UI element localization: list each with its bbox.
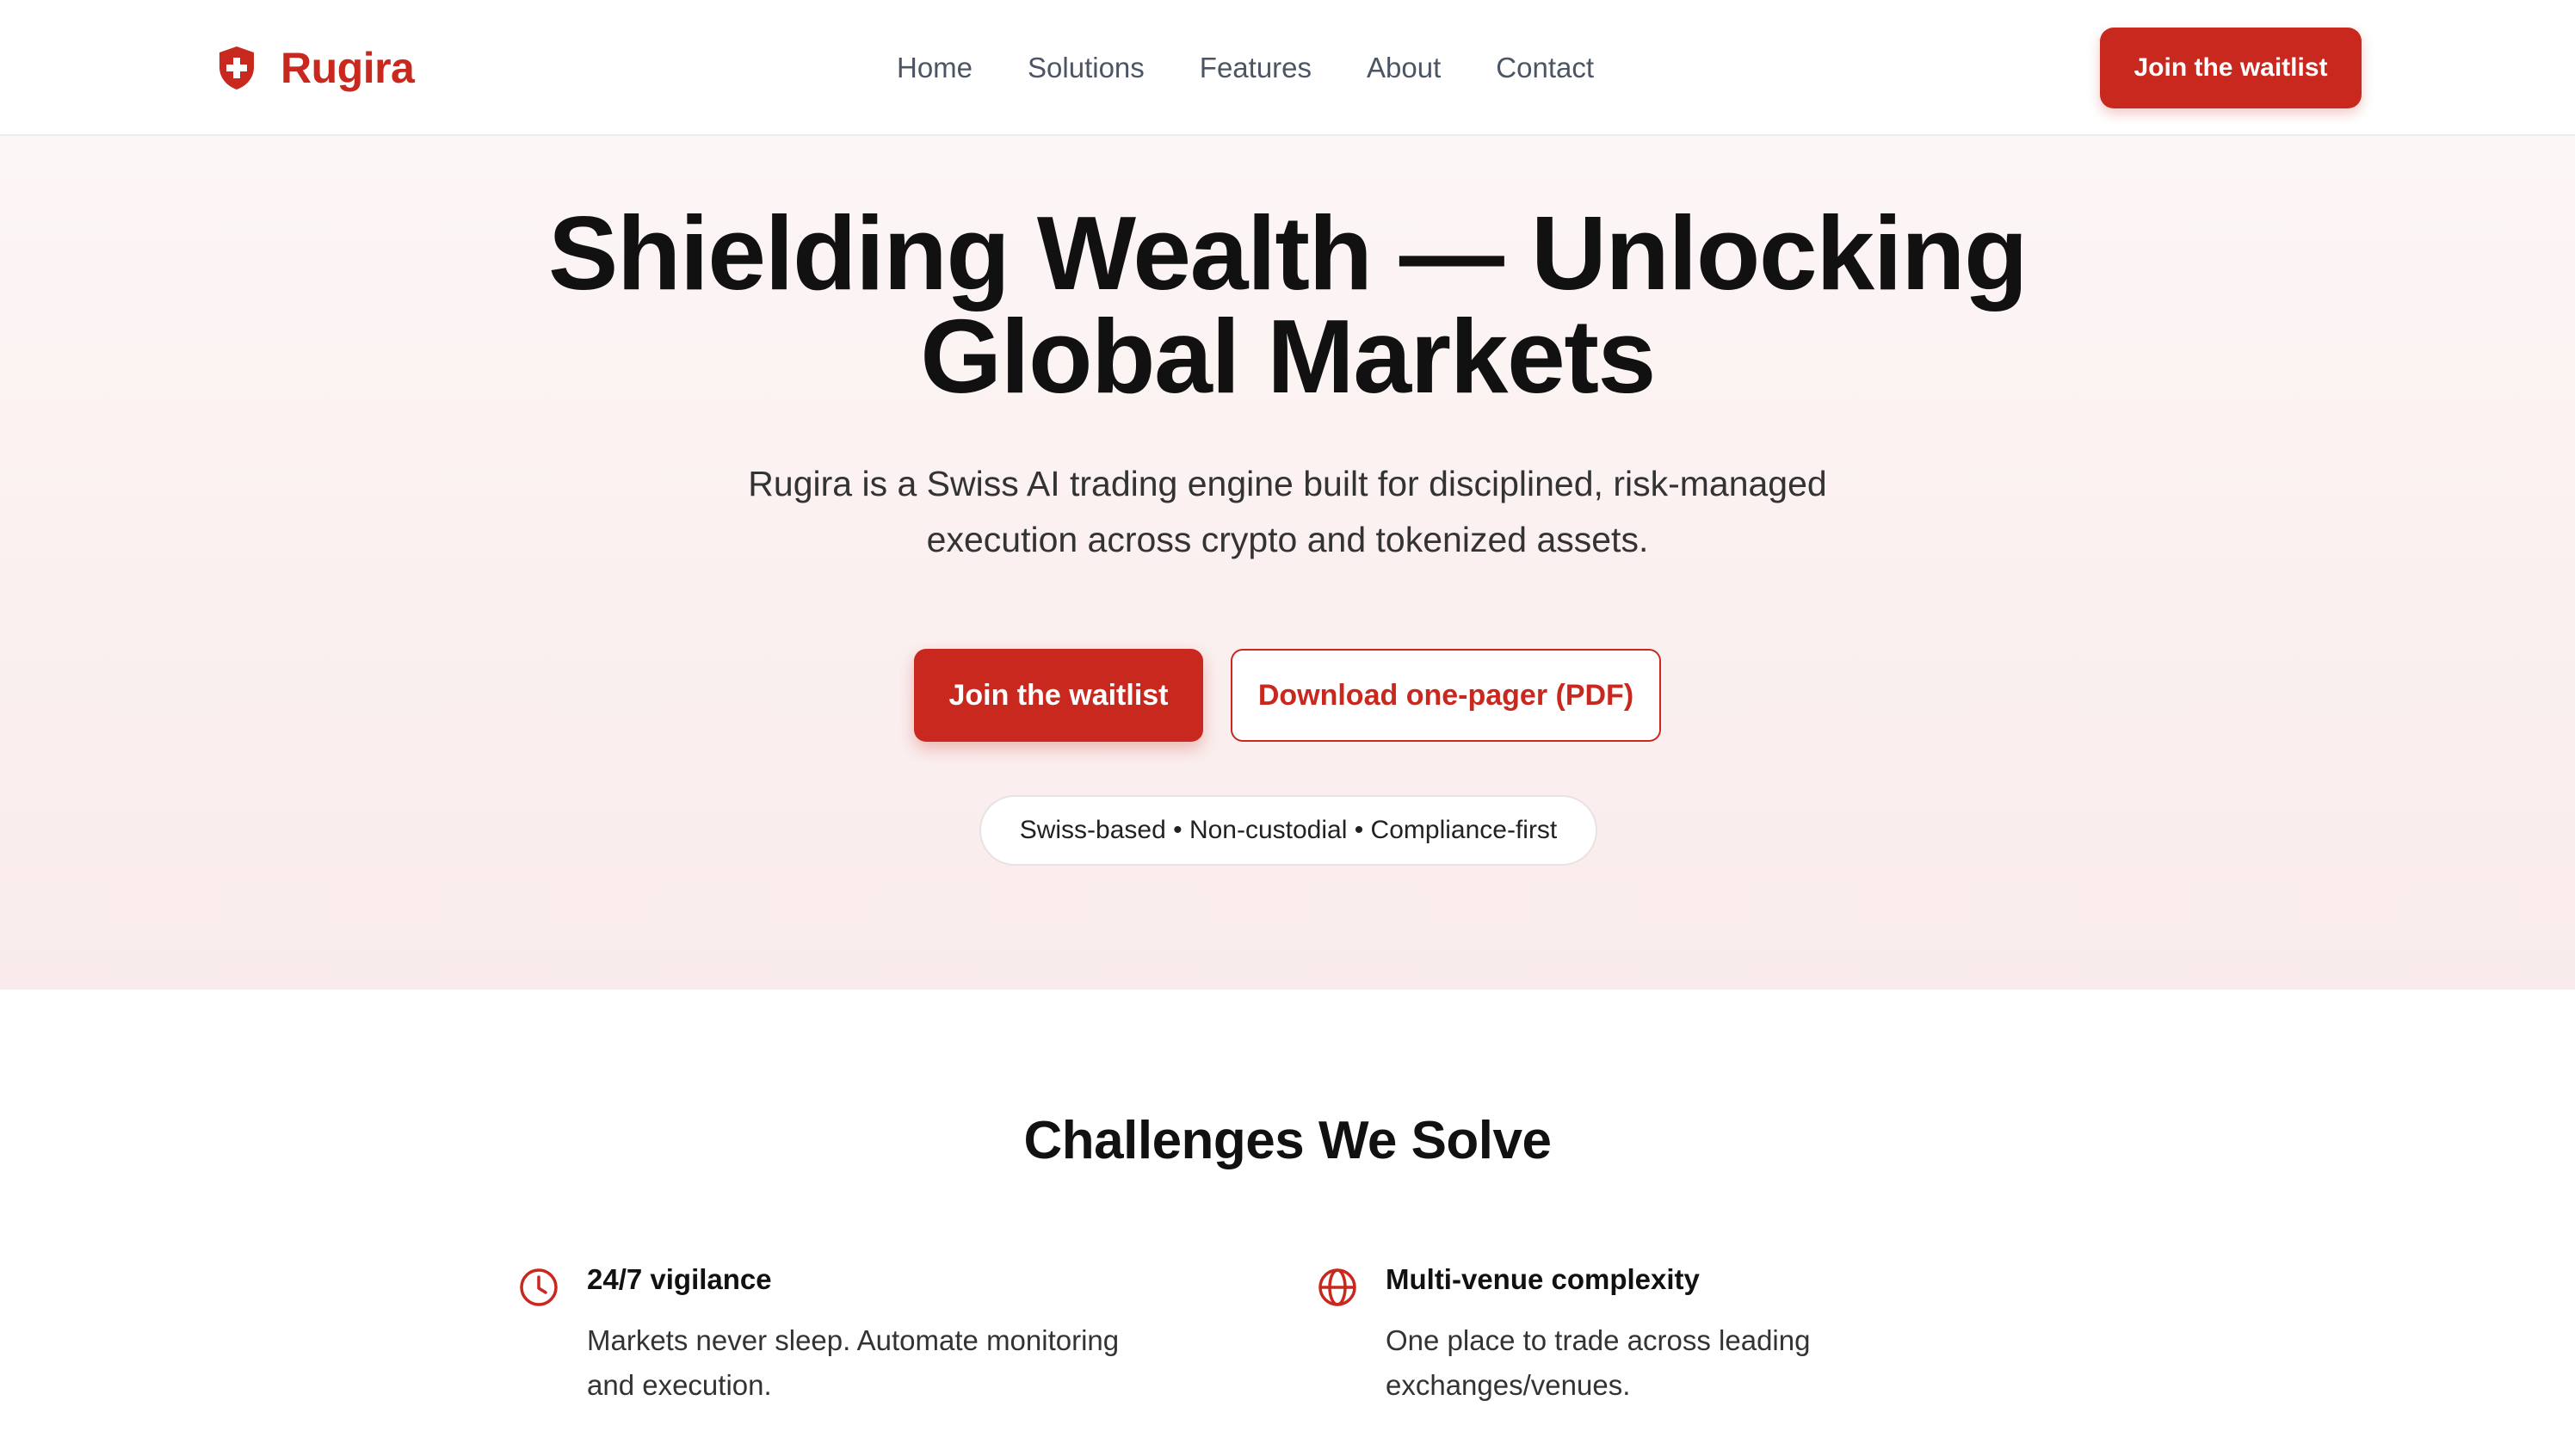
hero-title: Shielding Wealth — Unlocking Global Mark… <box>0 201 2575 409</box>
nav-home[interactable]: Home <box>897 46 973 89</box>
site-header: Rugira Home Solutions Features About Con… <box>0 0 2575 136</box>
nav-about[interactable]: About <box>1367 46 1441 89</box>
feature-title: Multi-venue complexity <box>1386 1263 1700 1295</box>
hero-title-line-2: Global Markets <box>920 298 1656 415</box>
nav-contact[interactable]: Contact <box>1496 46 1594 89</box>
brand-logo[interactable]: Rugira <box>217 43 415 93</box>
main-nav: Home Solutions Features About Contact <box>897 46 1594 89</box>
feature-description: One place to trade across leading exchan… <box>1386 1324 1811 1401</box>
nav-solutions[interactable]: Solutions <box>1028 46 1145 89</box>
clock-icon <box>520 1268 558 1306</box>
feature-title: 24/7 vigilance <box>587 1263 772 1295</box>
trust-badge: Swiss-based • Non-custodial • Compliance… <box>979 795 1597 866</box>
hero-actions: Join the waitlist Download one-pager (PD… <box>914 649 1661 742</box>
globe-icon <box>1318 1268 1356 1306</box>
nav-features[interactable]: Features <box>1200 46 1312 89</box>
header-waitlist-button[interactable]: Join the waitlist <box>2100 28 2362 108</box>
hero-title-line-1: Shielding Wealth — Unlocking <box>547 194 2029 312</box>
hero-waitlist-button[interactable]: Join the waitlist <box>914 649 1203 742</box>
hero-subtitle: Rugira is a Swiss AI trading engine buil… <box>748 464 1827 559</box>
feature-description: Markets never sleep. Automate monitoring… <box>587 1324 1120 1401</box>
download-one-pager-button[interactable]: Download one-pager (PDF) <box>1231 649 1661 742</box>
hero-section: Shielding Wealth — Unlocking Global Mark… <box>0 136 2575 990</box>
shield-cross-icon <box>219 46 254 89</box>
challenges-title: Challenges We Solve <box>1023 1111 1552 1170</box>
brand-name: Rugira <box>281 44 415 92</box>
